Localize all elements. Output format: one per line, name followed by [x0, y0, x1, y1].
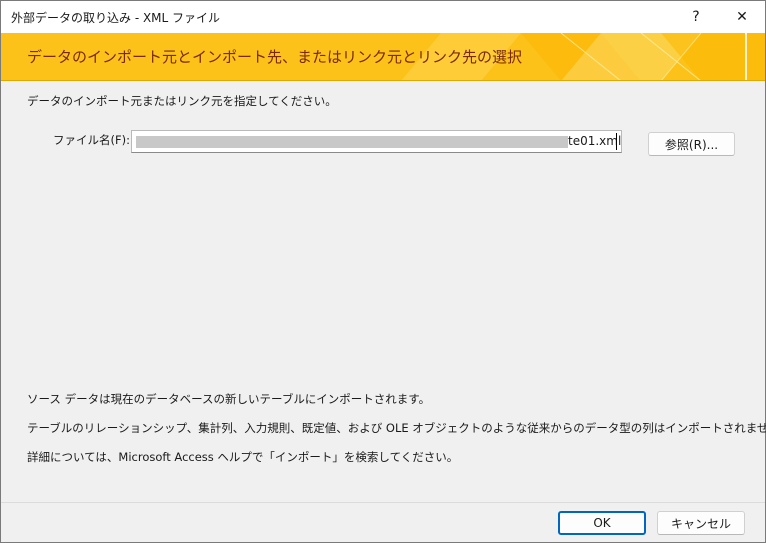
help-icon: ? — [692, 9, 700, 25]
excluded-note: テーブルのリレーションシップ、集計列、入力規則、既定値、および OLE オブジェ… — [27, 421, 766, 435]
window-title: 外部データの取り込み - XML ファイル — [11, 11, 221, 25]
file-name-input[interactable]: te01.xml — [131, 130, 622, 153]
file-name-value: te01.xml — [568, 134, 622, 148]
header-banner: データのインポート元とインポート先、またはリンク元とリンク先の選択 — [1, 33, 765, 81]
cancel-button[interactable]: キャンセル — [657, 511, 745, 535]
import-note: ソース データは現在のデータベースの新しいテーブルにインポートされます。 — [27, 392, 431, 406]
banner-heading: データのインポート元とインポート先、またはリンク元とリンク先の選択 — [27, 48, 523, 66]
file-name-label: ファイル名(F): — [53, 133, 130, 147]
text-caret — [616, 133, 617, 150]
dialog-content: データのインポート元またはリンク元を指定してください。 ファイル名(F): te… — [1, 82, 766, 502]
dialog-footer: OK キャンセル — [1, 503, 765, 542]
close-button[interactable]: ✕ — [719, 1, 765, 33]
help-button[interactable]: ? — [673, 1, 719, 33]
help-note: 詳細については、Microsoft Access ヘルプで「インポート」を検索し… — [27, 450, 459, 464]
redacted-path — [136, 136, 568, 148]
import-dialog: 外部データの取り込み - XML ファイル ? ✕ データのインポート元とインポ… — [0, 0, 766, 543]
close-icon: ✕ — [736, 9, 748, 25]
browse-button[interactable]: 参照(R)... — [648, 132, 735, 156]
ok-button[interactable]: OK — [558, 511, 646, 535]
title-bar: 外部データの取り込み - XML ファイル ? ✕ — [1, 1, 765, 33]
instruction-text: データのインポート元またはリンク元を指定してください。 — [27, 94, 337, 108]
